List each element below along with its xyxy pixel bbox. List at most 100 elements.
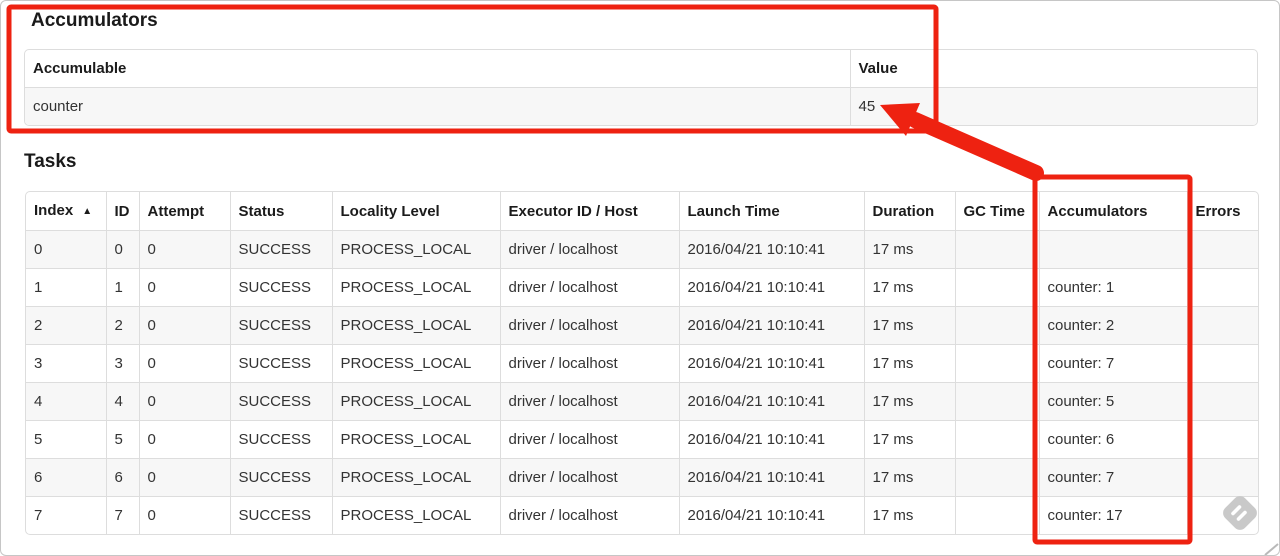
cell-errors	[1187, 382, 1258, 421]
col-header-value[interactable]: Value	[850, 50, 1257, 88]
col-header-attempt[interactable]: Attempt	[139, 192, 231, 231]
cell-accumulators	[1039, 230, 1188, 269]
cell-id: 7	[106, 496, 140, 534]
cell-gc-time	[955, 344, 1040, 383]
cell-launch-time: 2016/04/21 10:10:41	[679, 344, 865, 383]
accumulators-header-row: Accumulable Value	[25, 50, 1257, 88]
cell-accumulators: counter: 6	[1039, 420, 1188, 459]
accumulators-section-title: Accumulators	[31, 10, 158, 31]
cell-attempt: 0	[139, 458, 231, 497]
col-header-errors[interactable]: Errors	[1187, 192, 1258, 231]
col-header-launch-time[interactable]: Launch Time	[679, 192, 865, 231]
feedly-icon[interactable]	[1219, 492, 1261, 534]
cell-locality-level: PROCESS_LOCAL	[332, 306, 501, 345]
cell-attempt: 0	[139, 420, 231, 459]
tasks-header-row: Index ▲ ID Attempt Status Locality Level …	[26, 192, 1258, 231]
task-row: 2 2 0 SUCCESS PROCESS_LOCAL driver / loc…	[26, 306, 1258, 345]
resize-corner-mark	[1264, 543, 1279, 555]
cell-index: 4	[26, 382, 107, 421]
cell-accumulators: counter: 17	[1039, 496, 1188, 534]
cell-index: 3	[26, 344, 107, 383]
cell-attempt: 0	[139, 230, 231, 269]
col-header-duration[interactable]: Duration	[864, 192, 956, 231]
cell-id: 6	[106, 458, 140, 497]
cell-duration: 17 ms	[864, 230, 956, 269]
cell-attempt: 0	[139, 382, 231, 421]
cell-accumulable: counter	[25, 87, 851, 125]
cell-errors	[1187, 306, 1258, 345]
cell-locality-level: PROCESS_LOCAL	[332, 420, 501, 459]
col-header-accumulators[interactable]: Accumulators	[1039, 192, 1188, 231]
cell-status: SUCCESS	[230, 268, 333, 307]
cell-locality-level: PROCESS_LOCAL	[332, 268, 501, 307]
cell-executor-id-host: driver / localhost	[500, 230, 680, 269]
cell-gc-time	[955, 458, 1040, 497]
cell-status: SUCCESS	[230, 420, 333, 459]
cell-duration: 17 ms	[864, 382, 956, 421]
cell-executor-id-host: driver / localhost	[500, 382, 680, 421]
cell-launch-time: 2016/04/21 10:10:41	[679, 458, 865, 497]
cell-id: 5	[106, 420, 140, 459]
cell-index: 0	[26, 230, 107, 269]
task-row: 3 3 0 SUCCESS PROCESS_LOCAL driver / loc…	[26, 344, 1258, 383]
cell-gc-time	[955, 496, 1040, 534]
cell-launch-time: 2016/04/21 10:10:41	[679, 306, 865, 345]
tasks-table: Index ▲ ID Attempt Status Locality Level …	[25, 191, 1259, 535]
cell-errors	[1187, 344, 1258, 383]
col-header-status[interactable]: Status	[230, 192, 333, 231]
cell-errors	[1187, 230, 1258, 269]
tasks-section-title: Tasks	[24, 151, 77, 172]
cell-index: 6	[26, 458, 107, 497]
task-row: 7 7 0 SUCCESS PROCESS_LOCAL driver / loc…	[26, 496, 1258, 534]
col-header-accumulable[interactable]: Accumulable	[25, 50, 851, 88]
task-row: 5 5 0 SUCCESS PROCESS_LOCAL driver / loc…	[26, 420, 1258, 459]
cell-index: 7	[26, 496, 107, 534]
cell-status: SUCCESS	[230, 306, 333, 345]
cell-attempt: 0	[139, 306, 231, 345]
cell-attempt: 0	[139, 268, 231, 307]
sort-ascending-icon: ▲	[82, 206, 93, 217]
cell-gc-time	[955, 420, 1040, 459]
cell-errors	[1187, 268, 1258, 307]
cell-value: 45	[858, 98, 876, 115]
cell-locality-level: PROCESS_LOCAL	[332, 458, 501, 497]
col-header-index-label: Index	[34, 202, 74, 219]
cell-launch-time: 2016/04/21 10:10:41	[679, 382, 865, 421]
cell-errors	[1187, 420, 1258, 459]
task-row: 0 0 0 SUCCESS PROCESS_LOCAL driver / loc…	[26, 230, 1258, 269]
annotation-arrow-shaft	[907, 112, 1044, 181]
cell-gc-time	[955, 306, 1040, 345]
accumulators-table: Accumulable Value counter 45	[24, 49, 1258, 126]
cell-locality-level: PROCESS_LOCAL	[332, 382, 501, 421]
col-header-locality-level[interactable]: Locality Level	[332, 192, 501, 231]
cell-id: 3	[106, 344, 140, 383]
cell-status: SUCCESS	[230, 496, 333, 534]
cell-duration: 17 ms	[864, 344, 956, 383]
cell-id: 2	[106, 306, 140, 345]
cell-executor-id-host: driver / localhost	[500, 496, 680, 534]
cell-accumulators: counter: 1	[1039, 268, 1188, 307]
cell-launch-time: 2016/04/21 10:10:41	[679, 496, 865, 534]
cell-id: 0	[106, 230, 140, 269]
col-header-executor-id-host[interactable]: Executor ID / Host	[500, 192, 680, 231]
col-header-index[interactable]: Index ▲	[26, 192, 107, 231]
cell-gc-time	[955, 230, 1040, 269]
cell-duration: 17 ms	[864, 458, 956, 497]
cell-locality-level: PROCESS_LOCAL	[332, 496, 501, 534]
cell-accumulators: counter: 7	[1039, 344, 1188, 383]
cell-status: SUCCESS	[230, 458, 333, 497]
task-row: 1 1 0 SUCCESS PROCESS_LOCAL driver / loc…	[26, 268, 1258, 307]
cell-accumulators: counter: 5	[1039, 382, 1188, 421]
cell-id: 4	[106, 382, 140, 421]
col-header-id[interactable]: ID	[106, 192, 140, 231]
cell-locality-level: PROCESS_LOCAL	[332, 230, 501, 269]
cell-errors	[1187, 458, 1258, 497]
cell-executor-id-host: driver / localhost	[500, 306, 680, 345]
cell-status: SUCCESS	[230, 230, 333, 269]
feedly-icon-diamond	[1223, 496, 1257, 530]
cell-accumulators: counter: 7	[1039, 458, 1188, 497]
cell-id: 1	[106, 268, 140, 307]
cell-duration: 17 ms	[864, 306, 956, 345]
cell-index: 5	[26, 420, 107, 459]
col-header-gc-time[interactable]: GC Time	[955, 192, 1040, 231]
